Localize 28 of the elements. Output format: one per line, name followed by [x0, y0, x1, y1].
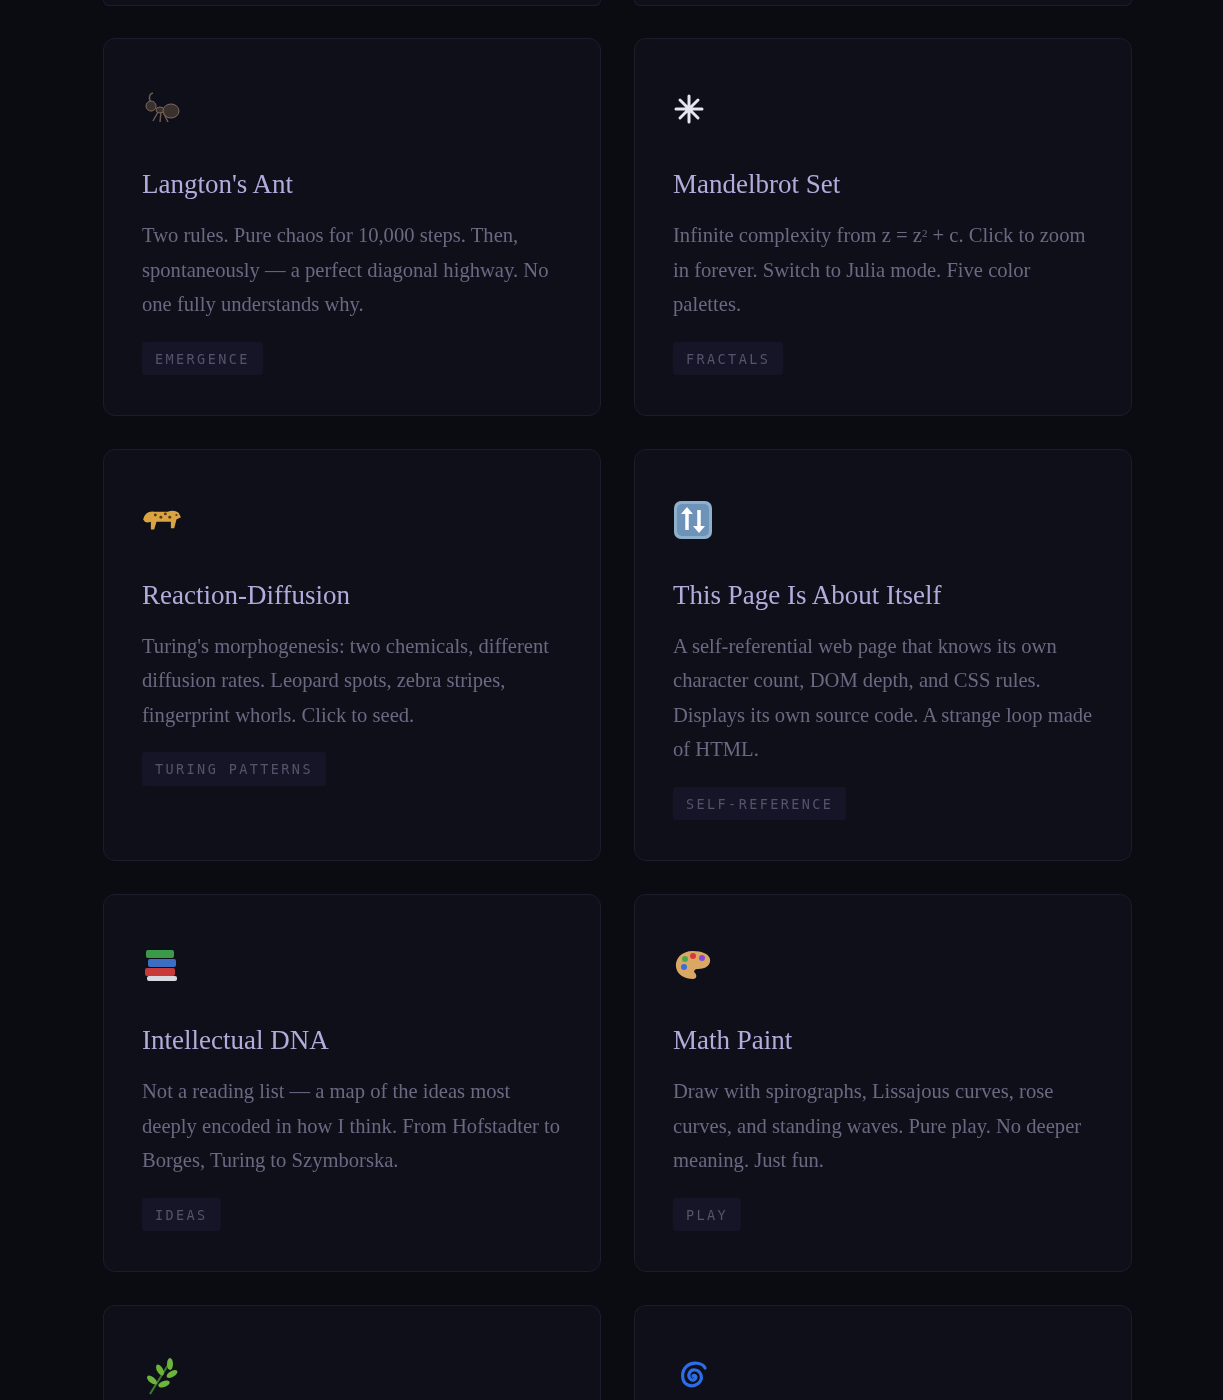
card-description: Two rules. Pure chaos for 10,000 steps. Then, spontaneously — a perfect diagonal highway. No one fully understands why. — [142, 223, 550, 318]
card-title: Math Paint — [673, 1024, 794, 1057]
tag-label: IDEAS — [142, 1197, 221, 1231]
project-card[interactable]: Mandelbrot Set Infinite complexity from z = z$^{2}$ + c. Click to zoom in forever. Switch to Julia mode. Five color palettes. FRACTALS — [634, 38, 1132, 416]
project-card[interactable] — [103, 1304, 601, 1400]
project-card[interactable]: Langton's Ant Two rules. Pure chaos for 10,000 steps. Then, spontaneously — a perfect diagonal highway. No one fully understands why. EMERGENCE — [103, 38, 601, 416]
card-title: Reaction-Diffusion — [142, 578, 351, 612]
card-description: A self-referential web page that knows its own character count, DOM depth, and CSS rules. Displays its own source code. A strange loop made of HTML. — [673, 633, 1093, 763]
tag-label: FRACTALS — [673, 341, 784, 375]
card-description: Draw with spirographs, Lissajous curves, rose curves, and standing waves. Pure play. No deeper meaning. Just fun. — [673, 1079, 1083, 1174]
project-card[interactable]: Math Paint Draw with spirographs, Lissajous curves, rose curves, and standing waves. Pure play. No deeper meaning. Just fun. PLAY — [634, 894, 1132, 1272]
card-description: Infinite complexity from z = z$^{2}$ + c. Click to zoom in forever. Switch to Julia mode. Five color palettes. — [673, 223, 1087, 318]
project-card[interactable]: This Page Is About Itself A self-referential web page that knows its own character count, DOM depth, and CSS rules. Displays its own source code. A strange loop made of HTML. SELF-REFERENCE — [634, 448, 1132, 861]
tag-label: TURING PATTERNS — [142, 752, 326, 786]
project-card[interactable]: Reaction-Diffusion Turing's morphogenesis: two chemicals, different diffusion rates. Leopard spots, zebra stripes, fingerprint whorls. Click to seed. TURING PATTERNS — [103, 448, 601, 861]
leopard-icon — [142, 508, 182, 531]
card-description: Turing's morphogenesis: two chemicals, different diffusion rates. Leopard spots, zebra stripes, fingerprint whorls. Click to seed. — [142, 633, 550, 729]
project-card[interactable]: Intellectual DNA Not a reading list — a map of the ideas most deeply encoded in how I think. From Hofstadter to Borges, Turing to Szymborska. IDEAS — [103, 894, 601, 1272]
tag-label: SELF-REFERENCE — [673, 786, 847, 820]
card-title: This Page Is About Itself — [673, 578, 943, 612]
card-title: Langton's Ant — [142, 168, 295, 201]
project-card[interactable] — [634, 1304, 1132, 1400]
card-title: Mandelbrot Set — [673, 168, 842, 201]
tag-label: EMERGENCE — [142, 341, 263, 375]
card-title: Intellectual DNA — [142, 1024, 330, 1057]
tag-label: PLAY — [673, 1197, 742, 1231]
card-description: Not a reading list — a map of the ideas most deeply encoded in how I think. From Hofstadter to Borges, Turing to Szymborska. — [142, 1079, 562, 1174]
arrows-icon — [673, 499, 713, 540]
